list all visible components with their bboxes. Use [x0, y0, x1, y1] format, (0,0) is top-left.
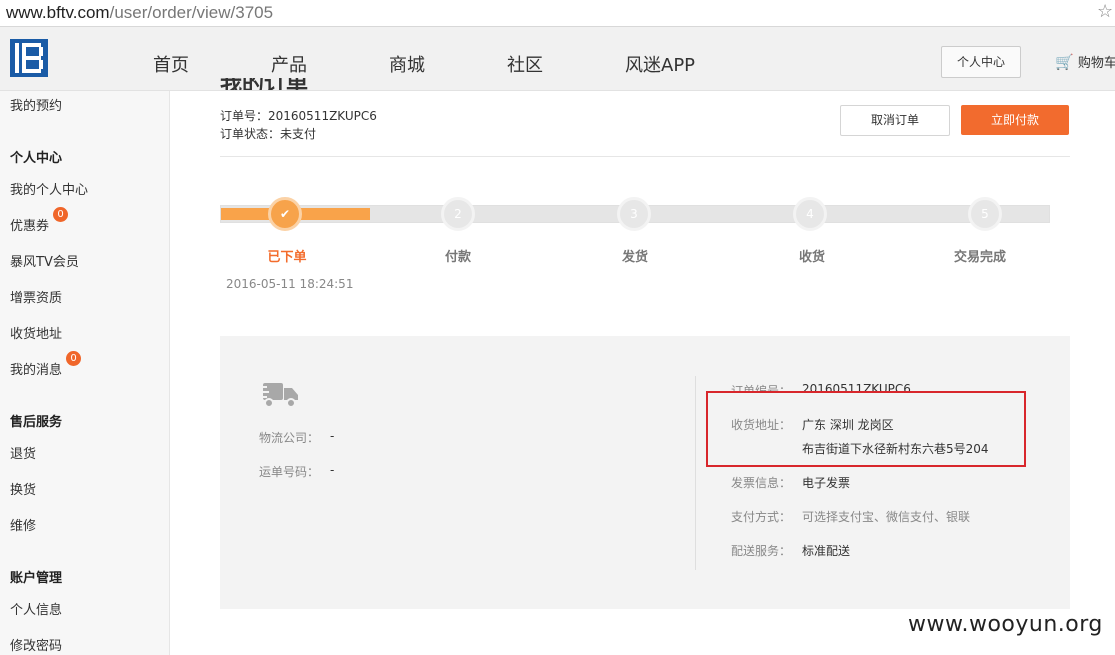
sidebar-item-messages[interactable]: 我的消息 — [10, 359, 62, 378]
sidebar-item-profile[interactable]: 个人信息 — [10, 599, 62, 618]
sidebar-section-service: 售后服务 — [10, 415, 63, 430]
sidebar-item-reservations[interactable]: 我的预约 — [10, 95, 62, 114]
sidebar-item-password[interactable]: 修改密码 — [10, 635, 62, 654]
coupon-badge: 0 — [53, 207, 68, 222]
sidebar-item-my-center[interactable]: 我的个人中心 — [10, 179, 88, 198]
panel-separator — [695, 376, 696, 570]
step-4-label: 收货 — [798, 250, 825, 265]
order-number-line: 订单号：20160511ZKUPC6 — [220, 109, 377, 123]
bftv-logo[interactable] — [10, 39, 48, 77]
nav-mall[interactable]: 商城 — [389, 51, 425, 77]
sidebar-item-exchange[interactable]: 换货 — [10, 479, 36, 498]
step-2-circle: 2 — [441, 197, 475, 231]
sidebar-section-personal: 个人中心 — [10, 151, 63, 166]
message-badge: 0 — [66, 351, 81, 366]
cancel-order-button[interactable]: 取消订单 — [840, 105, 950, 136]
truck-icon — [260, 383, 298, 408]
invoice-value: 电子发票 — [802, 476, 851, 490]
sidebar-section-account: 账户管理 — [10, 571, 63, 586]
logistics-company-value: - — [330, 429, 335, 443]
step-1-time: 2016-05-11 18:24:51 — [226, 277, 354, 291]
address-bar[interactable]: www.bftv.com/user/order/view/3705 ☆ — [0, 0, 1115, 27]
step-5-label: 交易完成 — [953, 250, 1006, 265]
sidebar-item-return[interactable]: 退货 — [10, 443, 36, 462]
logistics-company-label: 物流公司： — [259, 431, 320, 445]
divider — [220, 156, 1070, 157]
pay-now-button[interactable]: 立即付款 — [961, 105, 1069, 135]
payment-method-label: 支付方式： — [731, 510, 792, 524]
sidebar-item-address[interactable]: 收货地址 — [10, 323, 62, 342]
step-1-label: 已下单 — [267, 250, 307, 265]
page-title: 我的订单 — [220, 78, 308, 90]
sidebar-item-invoice-qualification[interactable]: 增票资质 — [10, 287, 62, 306]
url-text[interactable]: www.bftv.com/user/order/view/3705 — [6, 3, 273, 23]
sidebar-item-vip[interactable]: 暴风TV会员 — [10, 251, 79, 270]
delivery-value: 标准配送 — [802, 544, 851, 558]
cart-link[interactable]: 🛒 购物车 — [1055, 52, 1115, 71]
nav-community[interactable]: 社区 — [507, 51, 543, 77]
nav-home[interactable]: 首页 — [153, 51, 189, 77]
site-header: 首页 产品 商城 社区 风迷APP 个人中心 🛒 购物车 — [0, 27, 1115, 91]
cart-icon: 🛒 — [1055, 53, 1074, 71]
invoice-label: 发票信息： — [731, 476, 792, 490]
delivery-label: 配送服务： — [731, 544, 792, 558]
payment-method-value: 可选择支付宝、微信支付、银联 — [802, 510, 971, 524]
address-highlight-box — [706, 391, 1026, 467]
step-3-label: 发货 — [621, 250, 648, 265]
url-path: /user/order/view/3705 — [109, 3, 274, 22]
tracking-number-label: 运单号码： — [259, 465, 320, 479]
step-1-check-icon: ✔ — [268, 197, 302, 231]
star-icon[interactable]: ☆ — [1097, 1, 1113, 22]
user-center-button[interactable]: 个人中心 — [941, 46, 1021, 78]
step-2-label: 付款 — [444, 250, 471, 265]
step-3-circle: 3 — [617, 197, 651, 231]
nav-products[interactable]: 产品 — [271, 51, 307, 77]
cart-label: 购物车 — [1077, 56, 1115, 71]
order-status-line: 订单状态：未支付 — [220, 127, 317, 141]
tracking-number-value: - — [330, 463, 335, 477]
sidebar-item-repair[interactable]: 维修 — [10, 515, 36, 534]
sidebar-item-coupons[interactable]: 优惠券 — [10, 215, 49, 234]
nav-app[interactable]: 风迷APP — [625, 51, 695, 77]
order-info-panel — [220, 336, 1070, 609]
step-4-circle: 4 — [793, 197, 827, 231]
watermark: www.wooyun.org — [908, 612, 1103, 637]
url-host: www.bftv.com — [6, 3, 110, 22]
step-5-circle: 5 — [968, 197, 1002, 231]
